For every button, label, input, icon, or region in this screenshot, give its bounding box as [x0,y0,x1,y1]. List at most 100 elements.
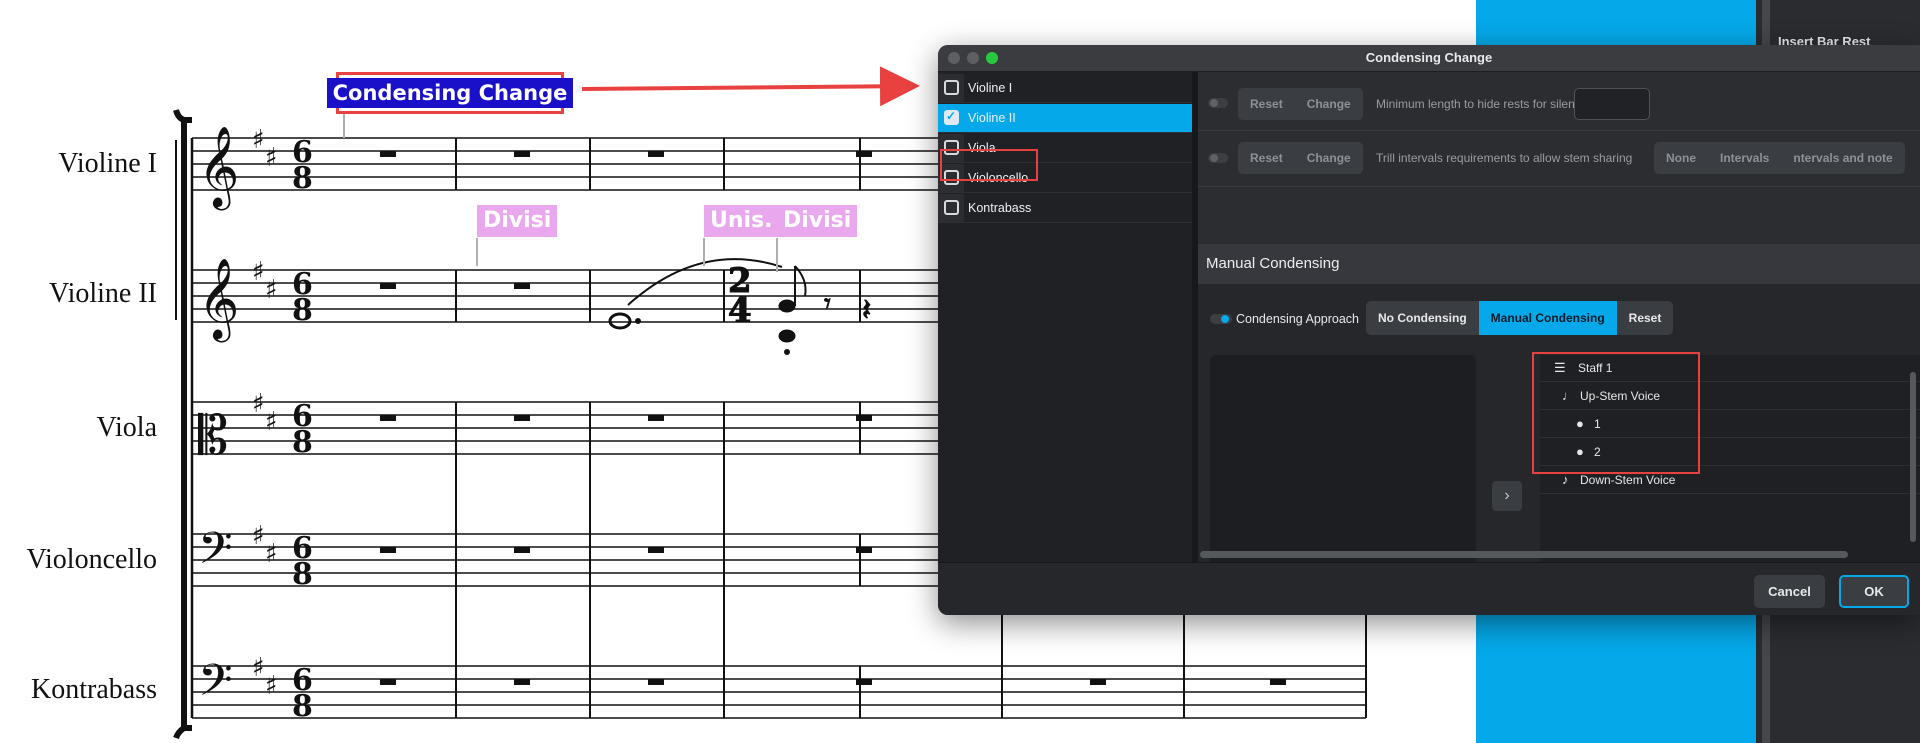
time-signature-digit: 8 [292,689,313,724]
horizontal-scrollbar[interactable] [1200,551,1848,558]
tree-label: Up-Stem Voice [1580,389,1661,403]
instrument-name-violine-2: Violine II [49,278,157,309]
tree-label: Staff 1 [1578,361,1613,375]
whole-bar-rest [514,283,530,289]
divisi-label-2[interactable]: Divisi [777,205,858,237]
time-sig-2-4-b: 4 [728,291,752,331]
dialog-titlebar: Condensing Change [938,45,1920,72]
whole-bar-rest [380,415,396,421]
staccato [784,349,790,355]
condensing-change-label[interactable]: Condensing Change [326,72,574,114]
sharp-icon: ♯ [252,257,265,287]
player-row-viola[interactable]: Viola [938,134,1192,163]
tree-row-down-stem-voice[interactable]: ♪ Down-Stem Voice [1540,467,1920,494]
unis-label[interactable]: Unis. [704,205,779,237]
tree-label: 1 [1594,417,1601,431]
manual-condensing-section: Manual Condensing Condensing Approach No… [1198,244,1920,562]
choice-intervals[interactable]: Intervals [1708,142,1781,174]
tree-label: 2 [1594,445,1601,459]
reset-change-group: Reset Change [1238,88,1363,120]
eighth-note-head-bottom [778,329,796,343]
dialog-footer: Cancel OK [938,562,1920,615]
move-right-button[interactable]: › [1492,481,1522,511]
alto-clef-icon: 𝄡 [198,404,228,467]
trill-interval-choices: None Intervals ntervals and note [1654,142,1905,174]
tree-row-up-stem-voice[interactable]: ♩ Up-Stem Voice [1540,383,1920,410]
whole-bar-rest [514,151,530,157]
whole-bar-rest [856,547,872,553]
option-toggle[interactable] [1208,98,1228,108]
cancel-button[interactable]: Cancel [1754,575,1825,608]
player-checkbox-checked[interactable] [944,109,959,125]
callout-arrow [581,66,920,107]
choice-intervals-and-notes[interactable]: ntervals and note [1781,142,1904,174]
whole-bar-rest [648,547,664,553]
option-label: Trill intervals requirements to allow st… [1376,151,1633,165]
player-row-kontrabass[interactable]: Kontrabass [938,194,1192,223]
player-icon: ● [1576,416,1584,431]
treble-clef-icon: 𝄞 [198,125,239,210]
quarter-rest: 𝄽 [862,293,871,328]
tree-row-staff-1[interactable]: ☰ Staff 1 [1540,355,1920,382]
divisi-label-1[interactable]: Divisi [477,205,558,237]
choice-none[interactable]: None [1654,142,1708,174]
reset-button[interactable]: Reset [1238,88,1295,120]
sharp-icon: ♯ [265,539,278,569]
instrument-name-kontrabass: Kontrabass [31,674,157,705]
bass-clef-icon: 𝄢 [198,654,233,717]
tree-label: Down-Stem Voice [1580,473,1676,487]
player-row-violine-1[interactable]: Violine I [938,74,1192,103]
player-row-violine-2[interactable]: Violine II [938,104,1192,133]
sharp-icon: ♯ [252,125,265,155]
change-button[interactable]: Change [1295,142,1363,174]
player-label: Violine I [968,81,1013,95]
eighth-note-head-top [778,299,796,313]
whole-bar-rest [380,679,396,685]
reset-button[interactable]: Reset [1238,142,1295,174]
time-signature-digit: 8 [292,425,313,460]
note-up-icon: ♩ [1562,388,1575,403]
whole-bar-rest [648,415,664,421]
whole-bar-rest [380,547,396,553]
min-length-field[interactable] [1574,88,1650,120]
whole-bar-rest [380,151,396,157]
player-label: Kontrabass [968,201,1032,215]
option-toggle[interactable] [1208,153,1228,163]
approach-reset-button[interactable]: Reset [1617,301,1674,335]
bass-clef-icon: 𝄢 [198,522,233,585]
player-checkbox[interactable] [944,170,959,185]
no-condensing-button[interactable]: No Condensing [1366,301,1479,335]
available-voices-pane[interactable] [1210,355,1476,562]
whole-bar-rest [1090,679,1106,685]
half-note-head [608,312,632,330]
whole-bar-rest [514,547,530,553]
player-checkbox[interactable] [944,200,959,215]
instrument-name-violoncello: Violoncello [26,544,157,575]
staff-icon: ☰ [1554,360,1566,375]
condensing-tree: ☰ Staff 1 ♩ Up-Stem Voice ● 1 ● 2 ♪ Down… [1540,355,1920,562]
player-row-violoncello[interactable]: Violoncello [938,164,1192,193]
option-row-trill: Reset Change Trill intervals requirement… [1198,130,1920,187]
option-row-min-length: Reset Change Minimum length to hide rest… [1198,74,1920,131]
manual-condensing-header: Manual Condensing [1198,244,1920,284]
player-label: Violoncello [968,171,1029,185]
tree-row-player-2[interactable]: ● 2 [1540,439,1920,466]
whole-bar-rest [856,679,872,685]
condensing-approach-toggle[interactable] [1210,314,1232,324]
note-down-icon: ♪ [1562,472,1569,487]
vertical-scrollbar[interactable] [1910,372,1916,542]
whole-bar-rest [856,151,872,157]
ok-button[interactable]: OK [1839,575,1909,608]
player-checkbox[interactable] [944,140,959,155]
whole-bar-rest [856,415,872,421]
whole-bar-rest [648,679,664,685]
sharp-icon: ♯ [252,389,265,419]
condensing-approach-label: Condensing Approach [1236,312,1360,326]
condensing-approach-options: No Condensing Manual Condensing Reset [1366,301,1674,335]
tree-row-player-1[interactable]: ● 1 [1540,411,1920,438]
manual-condensing-button[interactable]: Manual Condensing [1478,301,1617,335]
time-signature-digit: 8 [292,161,313,196]
change-button[interactable]: Change [1295,88,1363,120]
player-checkbox[interactable] [944,80,959,95]
time-signature-digit: 8 [292,293,313,328]
